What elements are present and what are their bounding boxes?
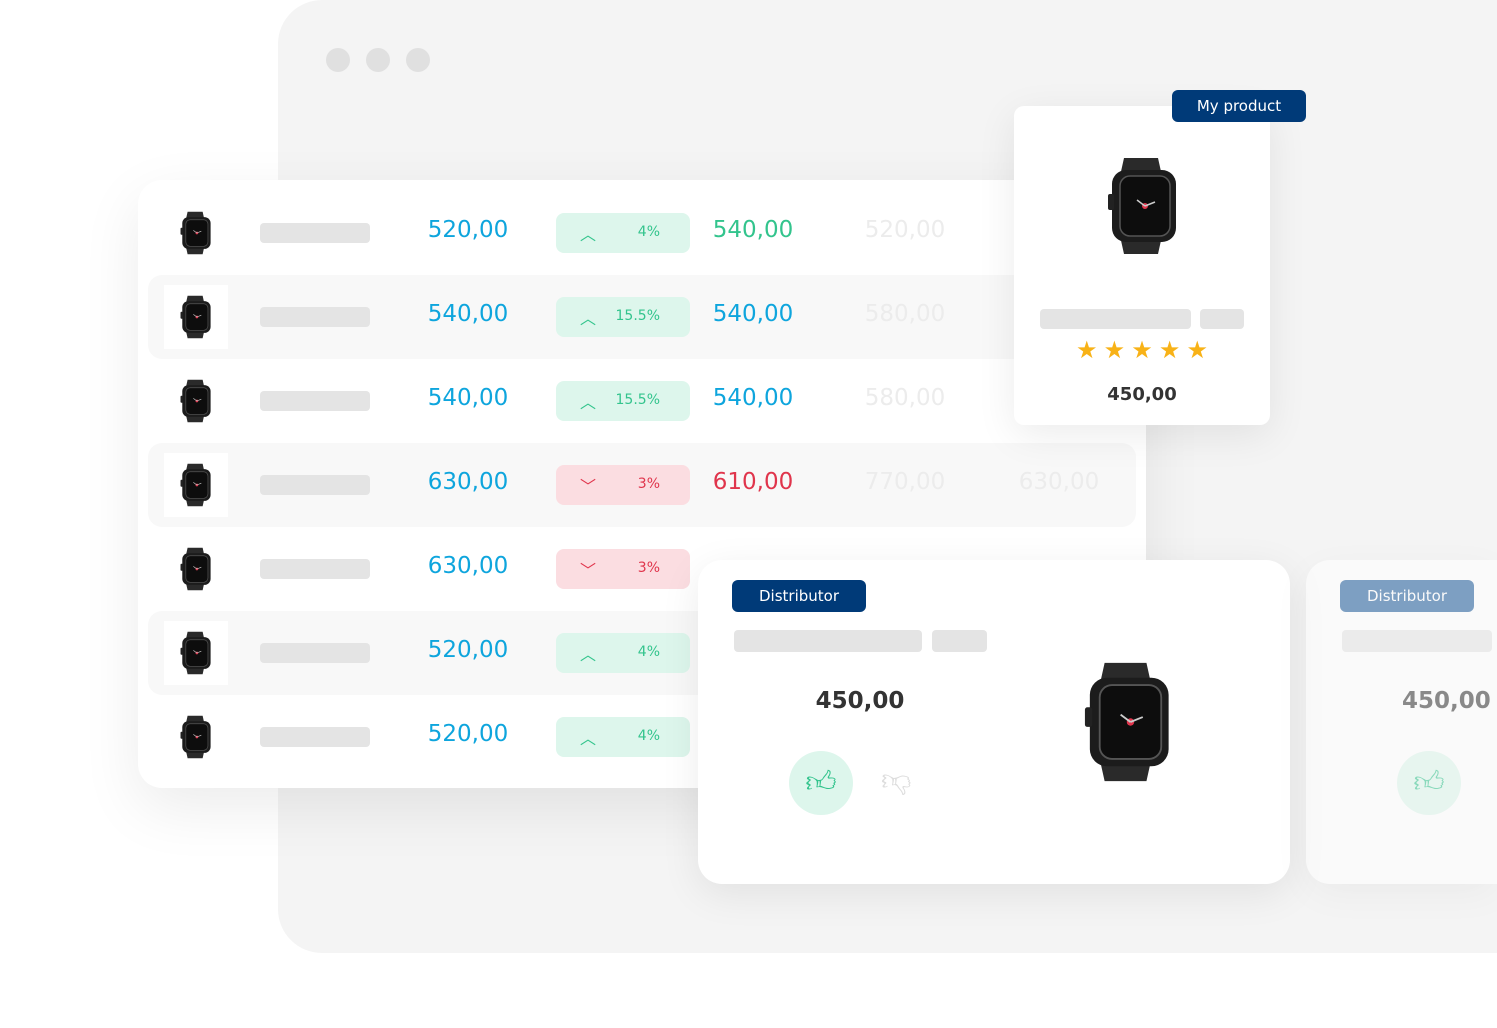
change-badge: ︿ 4% [556,717,690,757]
product-thumbnail [164,201,228,265]
table-row[interactable]: 520,00 ︿ 4% 540,00 520,00 [148,191,1136,275]
current-price: 630,00 [427,469,509,495]
product-thumbnail [164,537,228,601]
product-name-placeholder [260,559,370,579]
product-name-placeholder [260,223,370,243]
distributor-card-2[interactable]: Distributor 450,00 👍︎ [1306,560,1497,884]
my-product-badge: My product [1172,90,1306,122]
star-rating: ★ ★ ★ ★ ★ [1076,336,1208,364]
my-product-card[interactable]: ★ ★ ★ ★ ★ 450,00 [1014,106,1270,425]
current-price: 630,00 [427,553,509,579]
window-dot-close[interactable] [326,48,350,72]
thumbs-down-button[interactable]: 👎︎ [881,763,911,799]
change-percent: 4% [637,644,660,660]
current-price: 520,00 [427,637,509,663]
chevron-down-icon: ﹀ [580,561,597,580]
chevron-up-icon: ︿ [580,729,597,748]
product-thumbnail [164,453,228,517]
watch-image [1098,154,1188,262]
change-percent: 15.5% [615,392,660,408]
new-price: 540,00 [712,385,794,411]
title-placeholder [1342,630,1492,652]
title-placeholder [734,630,922,652]
chevron-up-icon: ︿ [580,225,597,244]
product-name-placeholder [260,727,370,747]
change-badge: ︿ 4% [556,213,690,253]
title-placeholder [1040,309,1191,329]
table-row[interactable]: 540,00 ︿ 15.5% 540,00 580,00 [148,359,1136,443]
chevron-down-icon: ﹀ [580,477,597,496]
distributor-price: 450,00 [1402,688,1491,714]
subtitle-placeholder [1200,309,1244,329]
thumbs-up-icon: 👍︎ [805,765,837,800]
star-icon: ★ [1158,336,1181,364]
new-price: 610,00 [712,469,794,495]
distributor-badge: Distributor [732,580,866,612]
thumbs-up-icon: 👍︎ [1413,765,1445,800]
star-icon: ★ [1076,336,1098,364]
new-price: 540,00 [712,301,794,327]
distributor-price: 450,00 [815,688,905,714]
my-product-price: 450,00 [1107,384,1177,405]
star-icon: ★ [1186,336,1208,364]
new-price: 540,00 [712,217,794,243]
watch-image [1072,658,1184,790]
chevron-up-icon: ︿ [580,309,597,328]
current-price: 520,00 [427,721,509,747]
thumbs-up-button[interactable]: 👍︎ [1397,751,1461,815]
window-dot-maximize[interactable] [406,48,430,72]
change-badge: ﹀ 3% [556,549,690,589]
subtitle-placeholder [932,630,987,652]
product-thumbnail [164,369,228,433]
thumbs-up-button[interactable]: 👍︎ [789,751,853,815]
product-name-placeholder [260,643,370,663]
current-price: 540,00 [427,385,509,411]
change-percent: 15.5% [615,308,660,324]
current-price: 540,00 [427,301,509,327]
star-icon: ★ [1131,336,1153,364]
product-name-placeholder [260,475,370,495]
table-row[interactable]: 630,00 ﹀ 3% 610,00 770,00 630,00 [148,443,1136,527]
competitor-price-2: 630,00 [1018,469,1100,495]
thumbs-down-icon: 👎︎ [881,763,912,798]
product-name-placeholder [260,391,370,411]
product-thumbnail [164,705,228,769]
change-percent: 4% [637,224,660,240]
product-thumbnail [164,285,228,349]
chevron-up-icon: ︿ [580,645,597,664]
current-price: 520,00 [427,217,509,243]
distributor-badge: Distributor [1340,580,1474,612]
competitor-price: 580,00 [864,301,946,327]
chevron-up-icon: ︿ [580,393,597,412]
change-badge: ︿ 4% [556,633,690,673]
distributor-card[interactable]: Distributor 450,00 👍︎ 👎︎ [698,560,1290,884]
competitor-price: 520,00 [864,217,946,243]
change-percent: 3% [637,560,660,576]
change-badge: ﹀ 3% [556,465,690,505]
product-name-placeholder [260,307,370,327]
competitor-price: 770,00 [864,469,946,495]
change-percent: 3% [637,476,660,492]
change-badge: ︿ 15.5% [556,297,690,337]
star-icon: ★ [1103,336,1126,364]
table-row[interactable]: 540,00 ︿ 15.5% 540,00 580,00 [148,275,1136,359]
window-dot-minimize[interactable] [366,48,390,72]
competitor-price: 580,00 [864,385,946,411]
product-thumbnail [164,621,228,685]
change-badge: ︿ 15.5% [556,381,690,421]
change-percent: 4% [637,728,660,744]
